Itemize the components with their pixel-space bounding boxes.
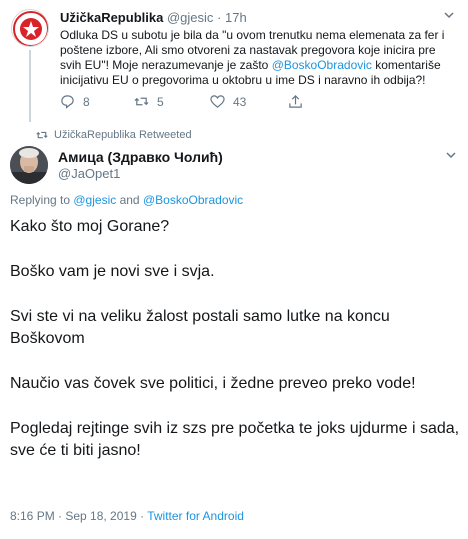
main-display-name[interactable]: Амица (Здравко Чолић) (58, 149, 223, 165)
replying-to: Replying to @gjesic and @BoskoObradovic (10, 193, 243, 207)
chevron-down-icon[interactable] (444, 148, 458, 162)
replying-prefix: Replying to (10, 193, 74, 207)
tweet-paragraph: Kako što moj Gorane? (10, 218, 170, 235)
main-tweet-text: Kako što moj Gorane? Boško vam je novi s… (10, 216, 460, 485)
reply-icon (61, 95, 74, 109)
parent-display-name[interactable]: UžičkaRepublika (60, 10, 163, 25)
tweet-paragraph: Pogledaj rejtinge svih iz szs pre početk… (10, 420, 460, 459)
parent-mention-link[interactable]: @BoskoObradovic (272, 58, 372, 72)
tweet-paragraph: Naučio vas čovek sve politici, i žedne p… (10, 375, 416, 392)
parent-avatar[interactable] (11, 9, 49, 47)
parent-tweet-text: Odluka DS u subotu je bila da "u ovom tr… (60, 28, 460, 88)
reply-mention-boskoobradovic[interactable]: @BoskoObradovic (143, 193, 243, 207)
share-button[interactable] (288, 94, 303, 109)
main-avatar[interactable] (10, 146, 48, 184)
like-button[interactable]: 43 (210, 94, 246, 109)
parent-time[interactable]: 17h (225, 10, 247, 25)
retweet-icon (134, 97, 149, 106)
like-count: 43 (233, 94, 247, 109)
main-tweet-header: Амица (Здравко Чолић) @JaOpet1 (10, 146, 460, 186)
uzicka-republika-logo-icon (13, 11, 48, 46)
thread-connector-line (29, 50, 31, 122)
retweet-banner-icon (36, 131, 48, 139)
retweet-banner: UžičkaRepublika Retweeted (36, 129, 192, 141)
retweet-button[interactable]: 5 (134, 94, 164, 109)
replying-and: and (116, 193, 143, 207)
main-handle[interactable]: @JaOpet1 (58, 166, 120, 181)
profile-photo-icon (10, 146, 48, 184)
tweet-paragraph: Svi ste vi na veliku žalost postali samo… (10, 308, 390, 347)
reply-mention-gjesic[interactable]: @gjesic (73, 193, 116, 207)
parent-action-bar: 8 5 43 (60, 94, 360, 112)
header-separator: · (217, 10, 222, 25)
heart-icon (210, 95, 225, 108)
parent-tweet-header: UžičkaRepublika @gjesic · 17h (60, 10, 247, 25)
parent-tweet[interactable]: UžičkaRepublika @gjesic · 17h Odluka DS … (0, 0, 468, 122)
chevron-down-icon[interactable] (442, 8, 456, 22)
retweet-count: 5 (157, 94, 164, 109)
reply-count: 8 (83, 94, 90, 109)
parent-handle[interactable]: @gjesic (167, 10, 213, 25)
tweet-meta: 8:16 PM · Sep 18, 2019 · Twitter for And… (10, 509, 244, 523)
tweet-paragraph: Boško vam je novi sve i svja. (10, 263, 215, 280)
share-icon (289, 95, 302, 108)
tweet-timestamp[interactable]: 8:16 PM · Sep 18, 2019 · (10, 509, 147, 523)
reply-button[interactable]: 8 (60, 94, 90, 109)
retweet-banner-text[interactable]: UžičkaRepublika Retweeted (54, 129, 192, 141)
tweet-source-link[interactable]: Twitter for Android (147, 509, 244, 523)
